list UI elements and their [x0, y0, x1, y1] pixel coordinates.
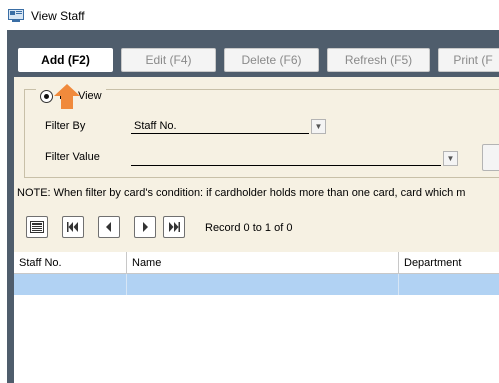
staff-window-icon: [8, 9, 24, 22]
cell-department[interactable]: [399, 274, 499, 295]
edit-button[interactable]: Edit (F4): [121, 48, 216, 72]
delete-button[interactable]: Delete (F6): [224, 48, 319, 72]
column-name[interactable]: Name: [127, 252, 399, 274]
column-department[interactable]: Department: [399, 252, 499, 274]
pointer-arrow-icon: [54, 84, 80, 109]
filter-value-label: Filter Value: [45, 151, 100, 163]
next-record-icon[interactable]: [134, 216, 156, 238]
filter-note: NOTE: When filter by card's condition: i…: [17, 187, 466, 199]
filter-value-underline: [131, 165, 441, 166]
title-bar: View Staff: [0, 0, 499, 30]
cell-staff-no[interactable]: [14, 274, 127, 295]
cell-name[interactable]: [127, 274, 399, 295]
radio-selected-icon[interactable]: [40, 89, 53, 103]
grid-body: [14, 295, 499, 383]
column-staff-no[interactable]: Staff No.: [14, 252, 127, 274]
add-button[interactable]: Add (F2): [18, 48, 113, 72]
filter-by-label: Filter By: [45, 120, 86, 132]
table-row[interactable]: [14, 274, 499, 295]
filter-by-underline: [131, 133, 309, 134]
first-record-icon[interactable]: [62, 216, 84, 238]
filter-value-dropdown-icon[interactable]: ▼: [443, 151, 458, 166]
grid-view-icon[interactable]: [26, 216, 48, 238]
filter-by-dropdown-icon[interactable]: ▼: [311, 119, 326, 134]
toolbar: Add (F2) Edit (F4) Delete (F6) Refresh (…: [7, 37, 499, 77]
grid-header: Staff No. Name Department: [14, 252, 499, 274]
filter-apply-button[interactable]: [482, 144, 499, 171]
last-record-icon[interactable]: [163, 216, 185, 238]
filter-by-select[interactable]: Staff No.: [134, 120, 177, 132]
previous-record-icon[interactable]: [98, 216, 120, 238]
print-button[interactable]: Print (F: [438, 48, 499, 72]
record-count: Record 0 to 1 of 0: [205, 222, 293, 234]
refresh-button[interactable]: Refresh (F5): [327, 48, 430, 72]
window-title: View Staff: [31, 9, 85, 23]
